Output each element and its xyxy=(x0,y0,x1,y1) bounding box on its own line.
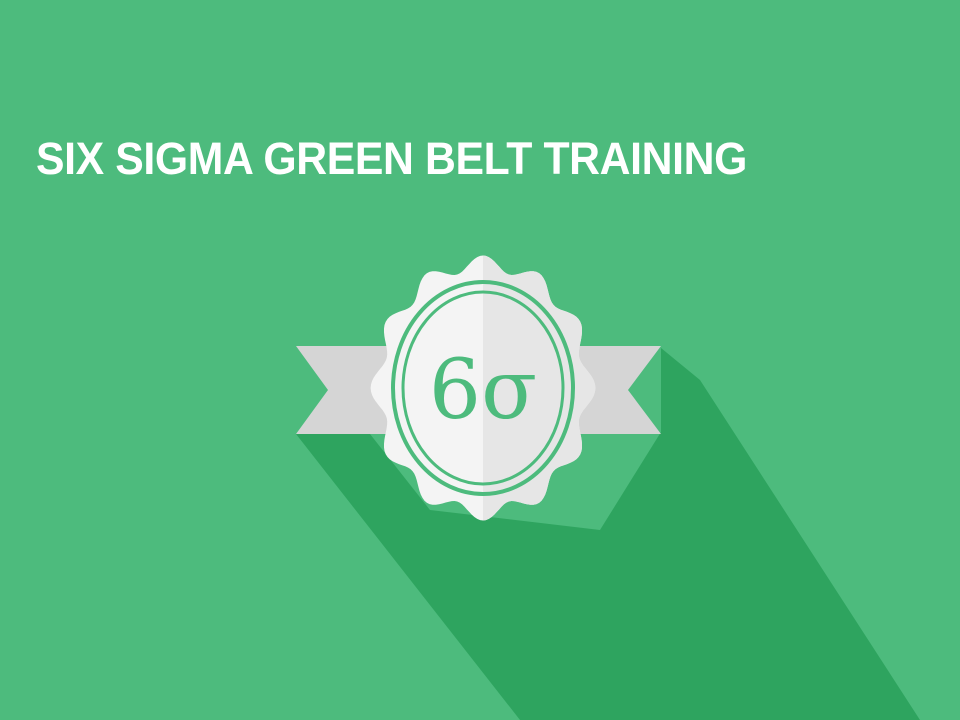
six-sigma-symbol: 6σ xyxy=(429,343,537,438)
slide-canvas: SIX SIGMA GREEN BELT TRAINING 6σ xyxy=(0,0,960,720)
badge-graphic: 6σ xyxy=(296,255,920,720)
